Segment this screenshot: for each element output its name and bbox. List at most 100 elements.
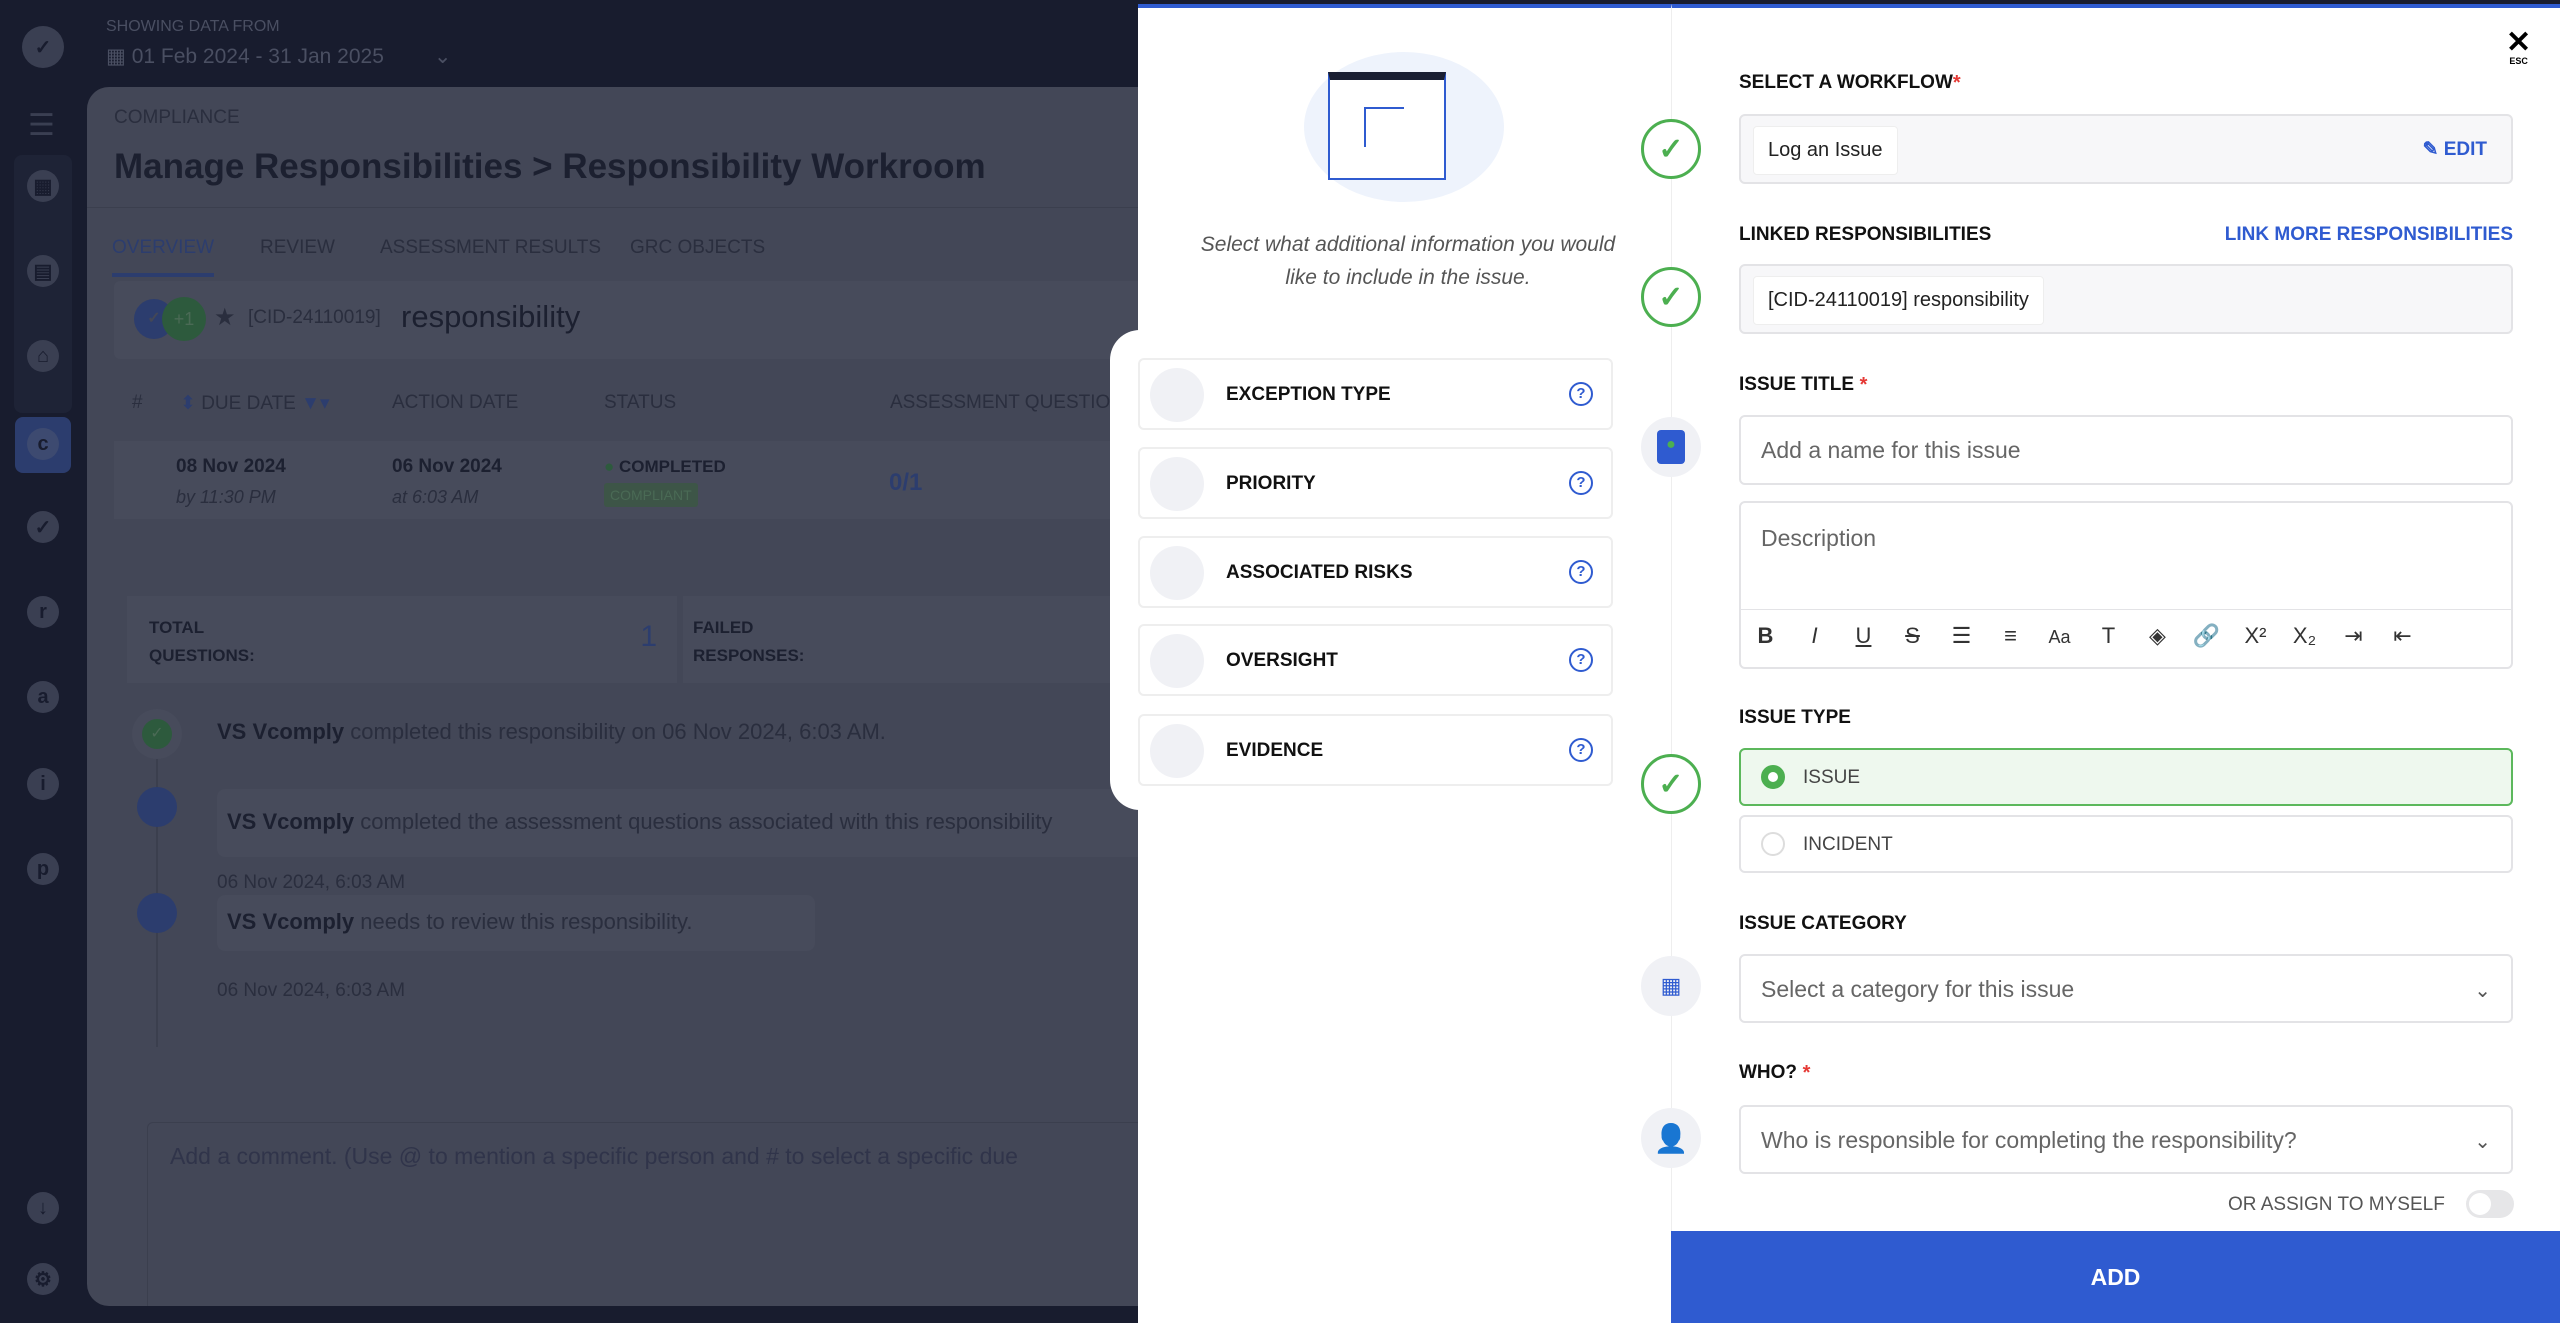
vcomply-logo[interactable]: ✓: [22, 26, 64, 68]
link-icon[interactable]: 🔗: [2182, 623, 2231, 649]
avatar: [137, 787, 177, 827]
description-placeholder: Description: [1761, 525, 1877, 551]
esc-hint: ESC: [2509, 56, 2528, 66]
timeline-item: VS Vcomply completed this responsibility…: [217, 719, 886, 744]
edit-workflow-button[interactable]: ✎ EDIT: [2423, 138, 2487, 161]
link-more-button[interactable]: LINK MORE RESPONSIBILITIES: [2225, 224, 2513, 246]
download-icon[interactable]: ↓: [27, 1192, 59, 1224]
compliance-icon[interactable]: c: [27, 428, 59, 460]
help-icon[interactable]: ?: [1569, 738, 1593, 762]
italic-icon[interactable]: I: [1790, 623, 1839, 649]
tasks-icon[interactable]: ✓: [27, 511, 59, 543]
who-placeholder: Who is responsible for completing the re…: [1761, 1127, 2297, 1153]
issue-type-option-incident[interactable]: INCIDENT: [1739, 815, 2513, 873]
help-icon[interactable]: ?: [1569, 648, 1593, 672]
tab-review[interactable]: REVIEW: [260, 237, 335, 259]
subscript-icon[interactable]: X₂: [2280, 623, 2329, 649]
outdent-icon[interactable]: ⇤: [2378, 623, 2427, 649]
issue-title-input[interactable]: Add a name for this issue: [1739, 415, 2513, 485]
col-action-date: ACTION DATE: [392, 392, 519, 413]
step-complete-icon: ✓: [1641, 267, 1701, 327]
add-button[interactable]: ADD: [1671, 1231, 2560, 1323]
total-questions-label: TOTAL QUESTIONS:: [149, 618, 255, 665]
who-select[interactable]: Who is responsible for completing the re…: [1739, 1105, 2513, 1174]
col-due-date[interactable]: ⬍ DUE DATE ▼▾: [180, 392, 330, 415]
hamburger-menu-icon[interactable]: ☰: [28, 108, 55, 143]
chevron-down-icon: ⌄: [433, 45, 452, 68]
info-icon[interactable]: i: [27, 768, 59, 800]
help-icon[interactable]: ?: [1569, 560, 1593, 584]
option-evidence[interactable]: EVIDENCE?: [1138, 714, 1613, 786]
timeline-item: VS Vcomply needs to review this responsi…: [217, 895, 815, 951]
calendar-icon: ▦: [106, 45, 132, 68]
assign-myself-toggle[interactable]: [2466, 1190, 2514, 1218]
comment-placeholder: Add a comment. (Use @ to mention a speci…: [170, 1143, 1018, 1169]
underline-icon[interactable]: U: [1839, 623, 1888, 649]
font-size-icon[interactable]: Aa: [2035, 627, 2084, 648]
indent-icon[interactable]: ⇥: [2329, 623, 2378, 649]
category-placeholder: Select a category for this issue: [1761, 976, 2075, 1002]
status: ● COMPLETED: [604, 457, 726, 476]
col-status: STATUS: [604, 392, 677, 413]
avatar: [137, 893, 177, 933]
risk-icon[interactable]: r: [27, 596, 59, 628]
option-associated-risks[interactable]: ASSOCIATED RISKS?: [1138, 536, 1613, 608]
timeline-date: 06 Nov 2024, 6:03 AM: [217, 872, 406, 893]
option-priority[interactable]: PRIORITY?: [1138, 447, 1613, 519]
option-oversight[interactable]: OVERSIGHT?: [1138, 624, 1613, 696]
compliant-badge: COMPLIANT: [604, 483, 698, 507]
settings-icon[interactable]: ⚙: [27, 1263, 59, 1295]
strikethrough-icon[interactable]: S: [1888, 623, 1937, 649]
intro-text: Select what additional information you w…: [1200, 233, 1616, 289]
issue-type-option-issue[interactable]: ISSUE: [1739, 748, 2513, 806]
step-complete-icon: ✓: [1641, 754, 1701, 814]
workflow-box: Log an Issue ✎ EDIT: [1739, 114, 2513, 184]
tab-assessment-results[interactable]: ASSESSMENT RESULTS: [380, 237, 601, 259]
close-icon: ✕: [2506, 26, 2532, 59]
star-icon[interactable]: ★: [214, 303, 236, 332]
help-icon[interactable]: ?: [1569, 471, 1593, 495]
align-icon[interactable]: ≡: [1986, 623, 2035, 649]
incident-option-label: INCIDENT: [1803, 834, 1893, 855]
calendar-icon[interactable]: ▤: [27, 255, 59, 287]
total-questions-value: 1: [640, 620, 657, 653]
superscript-icon[interactable]: X²: [2231, 623, 2280, 649]
tab-grc-objects[interactable]: GRC OBJECTS: [630, 237, 765, 259]
category-icon: ▦: [1641, 956, 1701, 1016]
completed-check-icon: ✓: [132, 709, 182, 759]
bold-icon[interactable]: B: [1741, 623, 1790, 649]
filter-icon[interactable]: ▼▾: [296, 393, 329, 414]
comment-input[interactable]: Add a comment. (Use @ to mention a speci…: [147, 1122, 1187, 1306]
close-button[interactable]: ✕ ESC: [2506, 26, 2532, 67]
policy-icon[interactable]: p: [27, 853, 59, 885]
linked-chip[interactable]: [CID-24110019] responsibility: [1753, 276, 2044, 325]
due-time: by 11:30 PM: [176, 487, 276, 507]
assessment-score[interactable]: 0/1: [889, 469, 922, 497]
workroom-main: COMPLIANCE Manage Responsibilities > Res…: [87, 87, 1187, 1306]
date-range-picker[interactable]: ▦ 01 Feb 2024 - 31 Jan 2025 ⌄: [106, 44, 452, 69]
tab-overview[interactable]: OVERVIEW: [112, 237, 215, 277]
audit-icon[interactable]: a: [27, 681, 59, 713]
dashboard-icon[interactable]: ▦: [27, 170, 59, 202]
description-editor[interactable]: Description B I U S ☰ ≡ Aa T ◈ 🔗 X² X₂ ⇥ ⇤: [1739, 501, 2513, 669]
exception-type-icon: [1150, 368, 1204, 422]
linked-box: [CID-24110019] responsibility: [1739, 264, 2513, 334]
text-style-icon[interactable]: T: [2084, 623, 2133, 649]
timeline-date: 06 Nov 2024, 6:03 AM: [217, 980, 406, 1001]
help-icon[interactable]: ?: [1569, 382, 1593, 406]
institution-icon[interactable]: ⌂: [27, 340, 59, 372]
chevron-down-icon: ⌄: [2474, 980, 2491, 1002]
table-row[interactable]: 08 Nov 2024 by 11:30 PM 06 Nov 2024 at 6…: [114, 441, 1187, 519]
action-date: 06 Nov 2024: [392, 456, 502, 477]
bullet-list-icon[interactable]: ☰: [1937, 623, 1986, 649]
responsibility-name: responsibility: [401, 299, 581, 334]
highlight-icon[interactable]: ◈: [2133, 623, 2182, 649]
responsibility-card: ✓ +1 ★ [CID-24110019] responsibility: [114, 281, 1187, 359]
divider: [87, 207, 1187, 208]
priority-icon: [1150, 457, 1204, 511]
issue-title-label: ISSUE TITLE *: [1739, 374, 1868, 396]
chevron-down-icon: ⌄: [2474, 1131, 2491, 1153]
issue-category-select[interactable]: Select a category for this issue ⌄: [1739, 954, 2513, 1023]
option-exception-type[interactable]: EXCEPTION TYPE?: [1138, 358, 1613, 430]
risks-icon: [1150, 546, 1204, 600]
